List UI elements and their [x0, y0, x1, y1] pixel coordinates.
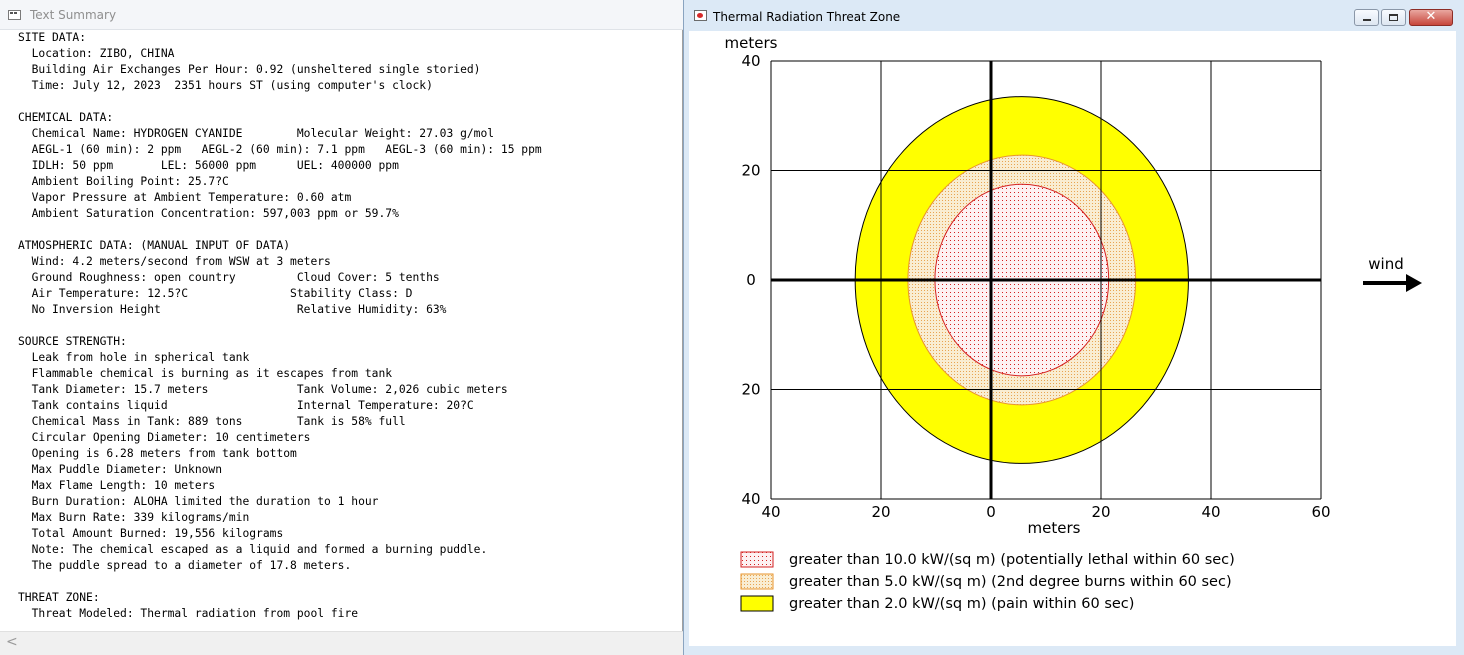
threat-zone-titlebar[interactable]: Thermal Radiation Threat Zone ✕: [684, 0, 1464, 30]
threat-zone-title: Thermal Radiation Threat Zone: [713, 10, 901, 24]
text-summary-title: Text Summary: [30, 8, 117, 22]
summary-text: SITE DATA: Location: ZIBO, CHINA Buildin…: [18, 30, 542, 622]
summary-line: Chemical Name: HYDROGEN CYANIDE Molecula…: [18, 127, 495, 140]
summary-line: THREAT ZONE:: [18, 591, 100, 604]
plot-area: 40 20 0 20 40 60 40 20 0 20 40 meters meters wind gr…: [689, 31, 1456, 646]
summary-line: Note: The chemical escaped as a liquid a…: [18, 543, 488, 556]
y-tick-label: 20: [741, 381, 760, 399]
maximize-icon: [1389, 14, 1398, 21]
close-icon: ✕: [1425, 9, 1437, 24]
threat-zone-window: Thermal Radiation Threat Zone ✕ 40 20 0 20 4…: [683, 0, 1464, 655]
x-axis-label: meters: [1028, 519, 1081, 537]
wind-label: wind: [1368, 255, 1403, 273]
summary-line: Time: July 12, 2023 2351 hours ST (using…: [18, 79, 433, 92]
maximize-button[interactable]: [1381, 9, 1406, 26]
legend-label: greater than 2.0 kW/(sq m) (pain within …: [789, 596, 1134, 612]
summary-line: AEGL-1 (60 min): 2 ppm AEGL-2 (60 min): …: [18, 143, 542, 156]
wind-arrow-icon: [1406, 274, 1422, 292]
summary-line: Leak from hole in spherical tank: [18, 351, 250, 364]
summary-line: Ambient Saturation Concentration: 597,00…: [18, 207, 399, 220]
horizontal-scrollbar[interactable]: <: [0, 631, 683, 655]
summary-line: SITE DATA:: [18, 31, 87, 44]
summary-line: Ground Roughness: open country Cloud Cov…: [18, 271, 440, 284]
summary-line: Max Burn Rate: 339 kilograms/min: [18, 511, 250, 524]
summary-line: Max Flame Length: 10 meters: [18, 479, 216, 492]
summary-line: Opening is 6.28 meters from tank bottom: [18, 447, 297, 460]
threat-zone-chart: 40 20 0 20 40 60402002040metersmeters wind gr…: [725, 34, 1422, 612]
x-tick-label: 40: [1201, 503, 1220, 521]
summary-line: Air Temperature: 12.5?C Stability Class:…: [18, 287, 413, 300]
minimize-button[interactable]: [1354, 9, 1379, 26]
legend-label: greater than 10.0 kW/(sq m) (potentially…: [789, 552, 1235, 568]
summary-line: Max Puddle Diameter: Unknown: [18, 463, 223, 476]
summary-line: Chemical Mass in Tank: 889 tons Tank is …: [18, 415, 406, 428]
legend-swatch-burns: [740, 573, 774, 590]
summary-line: Location: ZIBO, CHINA: [18, 47, 175, 60]
summary-line: Building Air Exchanges Per Hour: 0.92 (u…: [18, 63, 481, 76]
y-axis-label: meters: [725, 34, 778, 52]
threat-window-icon: [694, 10, 707, 21]
legend-label: greater than 5.0 kW/(sq m) (2nd degree b…: [789, 574, 1232, 590]
text-summary-titlebar[interactable]: Text Summary: [0, 0, 683, 30]
x-tick-label: 20: [871, 503, 890, 521]
summary-line: CHEMICAL DATA:: [18, 111, 114, 124]
text-window-icon: [8, 10, 21, 20]
summary-line: Burn Duration: ALOHA limited the duratio…: [18, 495, 379, 508]
minimize-icon: [1363, 19, 1371, 21]
legend-swatch-pain: [740, 595, 774, 612]
x-tick-label: 20: [1091, 503, 1110, 521]
summary-line: SOURCE STRENGTH:: [18, 335, 127, 348]
summary-line: Flammable chemical is burning as it esca…: [18, 367, 393, 380]
y-tick-label: 40: [741, 52, 760, 70]
summary-line: ATMOSPHERIC DATA: (MANUAL INPUT OF DATA): [18, 239, 291, 252]
summary-line: The puddle spread to a diameter of 17.8 …: [18, 559, 352, 572]
summary-line: Tank contains liquid Internal Temperatur…: [18, 399, 474, 412]
summary-line: Ambient Boiling Point: 25.7?C: [18, 175, 229, 188]
summary-line: Tank Diameter: 15.7 meters Tank Volume: …: [18, 383, 508, 396]
summary-line: Total Amount Burned: 19,556 kilograms: [18, 527, 284, 540]
legend-swatch-lethal: [740, 551, 774, 568]
summary-line: IDLH: 50 ppm LEL: 56000 ppm UEL: 400000 …: [18, 159, 399, 172]
text-summary-window: Text Summary SITE DATA: Location: ZIBO, …: [0, 0, 683, 655]
y-tick-label: 40: [741, 490, 760, 508]
x-tick-label: 60: [1311, 503, 1330, 521]
close-button[interactable]: ✕: [1409, 9, 1453, 26]
y-tick-label: 20: [741, 162, 760, 180]
scroll-left-icon[interactable]: <: [6, 634, 18, 650]
summary-line: Vapor Pressure at Ambient Temperature: 0…: [18, 191, 352, 204]
x-tick-label: 40: [761, 503, 780, 521]
summary-line: Wind: 4.2 meters/second from WSW at 3 me…: [18, 255, 331, 268]
summary-line: Circular Opening Diameter: 10 centimeter…: [18, 431, 311, 444]
summary-line: No Inversion Height Relative Humidity: 6…: [18, 303, 447, 316]
x-tick-label: 0: [986, 503, 996, 521]
y-tick-label: 0: [746, 271, 756, 289]
summary-line: Threat Modeled: Thermal radiation from p…: [18, 607, 359, 620]
